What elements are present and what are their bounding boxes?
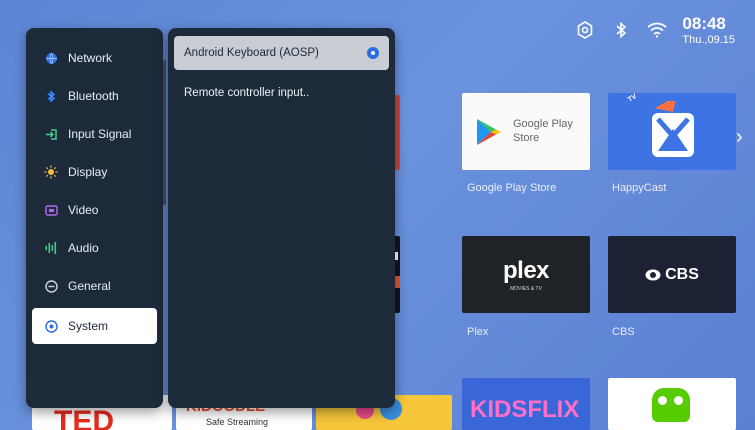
menu-item-network[interactable]: Network bbox=[32, 40, 157, 76]
google-play-logo-text: Google Play Store bbox=[513, 117, 573, 144]
app-tile-kidsflix[interactable]: KIDSFLIX bbox=[462, 378, 590, 430]
cbs-label: CBS bbox=[612, 326, 635, 338]
app-tile-cbs[interactable]: CBS bbox=[608, 236, 736, 313]
happycast-label: HappyCast bbox=[612, 182, 667, 194]
menu-item-label: Video bbox=[68, 203, 99, 217]
app-tile-happycast[interactable]: TV bbox=[608, 93, 736, 170]
sun-icon bbox=[44, 165, 58, 179]
happycast-logo-icon bbox=[652, 100, 694, 157]
menu-item-label: Audio bbox=[68, 241, 99, 255]
app-tile-google-play-store[interactable]: Google Play Store bbox=[462, 93, 590, 170]
system-icon bbox=[44, 319, 58, 333]
menu-item-label: Input Signal bbox=[68, 127, 132, 141]
menu-item-audio[interactable]: Audio bbox=[32, 230, 157, 266]
submenu-item-remote-controller-input[interactable]: Remote controller input.. bbox=[174, 76, 389, 110]
settings-ring-icon[interactable] bbox=[574, 19, 596, 41]
plex-logo-text: plex bbox=[502, 257, 550, 284]
submenu-item-label: Remote controller input.. bbox=[184, 87, 310, 99]
menu-item-label: Network bbox=[68, 51, 113, 65]
menu-item-display[interactable]: Display bbox=[32, 154, 157, 190]
cbs-eye-icon bbox=[645, 269, 661, 280]
plex-logo-sub: MOVIES & TV bbox=[510, 286, 542, 292]
video-icon bbox=[44, 203, 58, 217]
plex-label: Plex bbox=[467, 326, 489, 338]
menu-item-label: Display bbox=[68, 165, 108, 179]
kidsflix-logo-text: KIDSFLIX bbox=[470, 396, 580, 423]
google-play-icon bbox=[477, 118, 501, 145]
kidoodle-sub-text: Safe Streaming bbox=[206, 417, 269, 427]
bluetooth-status-icon bbox=[610, 19, 632, 41]
audio-bars-icon bbox=[44, 241, 58, 255]
ted-logo-text: TED bbox=[54, 405, 114, 430]
google-play-store-label: Google Play Store bbox=[467, 182, 557, 194]
clock-time: 08:48 bbox=[682, 13, 726, 33]
input-icon bbox=[44, 127, 58, 141]
cbs-logo-text: CBS bbox=[665, 265, 699, 283]
settings-menu: Network Bluetooth Input Signal Display V… bbox=[26, 28, 163, 408]
menu-item-label: System bbox=[68, 319, 109, 333]
chevron-right-icon[interactable]: › bbox=[736, 126, 743, 149]
menu-item-label: Bluetooth bbox=[68, 89, 119, 103]
general-icon bbox=[44, 279, 58, 293]
menu-item-general[interactable]: General bbox=[32, 268, 157, 304]
radio-selected-icon[interactable] bbox=[367, 47, 379, 59]
submenu-item-label: Android Keyboard (AOSP) bbox=[184, 47, 319, 59]
status-bar: 08:48 Thu.,09.15 bbox=[574, 10, 735, 50]
system-submenu: Android Keyboard (AOSP) Remote controlle… bbox=[168, 28, 395, 408]
globe-icon bbox=[44, 51, 58, 65]
menu-scrollbar[interactable] bbox=[163, 60, 166, 205]
menu-item-label: General bbox=[68, 279, 111, 293]
clock: 08:48 Thu.,09.15 bbox=[682, 15, 735, 46]
app-tile-plex[interactable]: plex MOVIES & TV bbox=[462, 236, 590, 313]
menu-item-system[interactable]: System bbox=[32, 308, 157, 344]
menu-item-input-signal[interactable]: Input Signal bbox=[32, 116, 157, 152]
menu-item-bluetooth[interactable]: Bluetooth bbox=[32, 78, 157, 114]
bluetooth-icon bbox=[44, 89, 58, 103]
clock-date: Thu.,09.15 bbox=[682, 33, 735, 46]
menu-item-video[interactable]: Video bbox=[32, 192, 157, 228]
submenu-item-android-keyboard[interactable]: Android Keyboard (AOSP) bbox=[174, 36, 389, 70]
wifi-icon bbox=[646, 19, 668, 41]
app-tile-duolingo[interactable] bbox=[608, 378, 736, 430]
